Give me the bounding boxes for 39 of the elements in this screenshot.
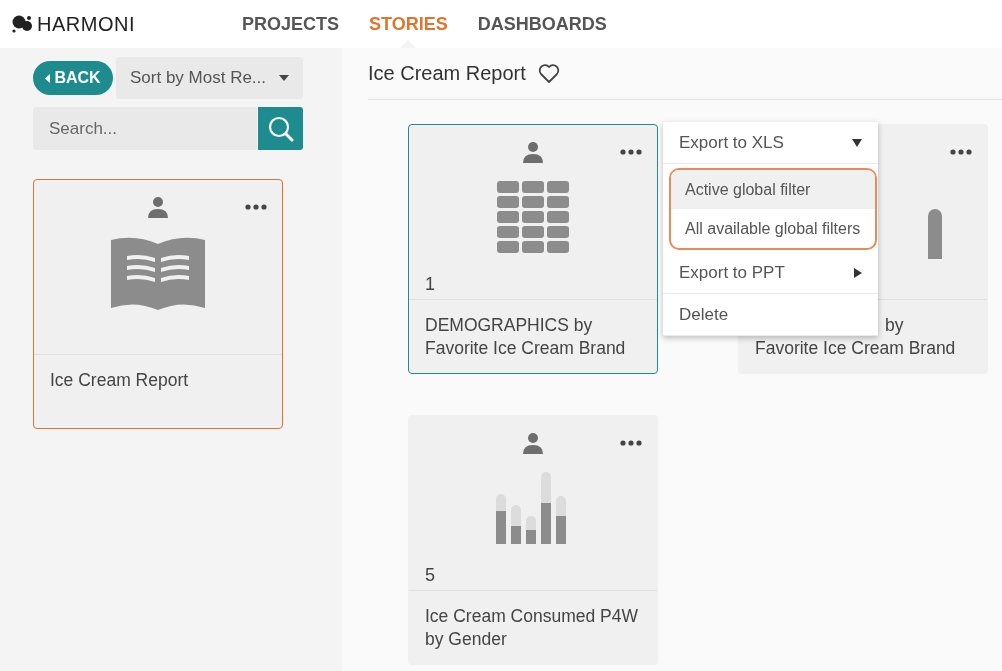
menu-item[interactable]: Active global filter [671,170,875,209]
person-icon [522,141,544,163]
nav-tab[interactable]: DASHBOARDS [467,0,617,48]
book-icon [111,236,205,310]
menu-item[interactable]: Export to XLS [663,122,878,164]
page-title: Ice Cream Report [368,62,526,85]
search-button[interactable] [258,107,303,150]
search-icon [267,115,294,142]
menu-item[interactable]: Export to PPT [663,252,878,294]
chart-card[interactable]: 5 Ice Cream Consumed P4W by Gender [408,415,658,665]
search-field[interactable]: Search... [33,107,257,150]
chart-card[interactable]: 1 DEMOGRAPHICS by Favorite Ice Cream Brand [408,124,658,374]
bar-icon [928,209,942,259]
card-title: Favorite Ice Cream Brand [755,337,956,360]
card-title: DEMOGRAPHICS by Favorite Ice Cream Brand [425,314,627,360]
caret-icon [45,73,51,83]
menu-item[interactable]: Delete [663,294,878,336]
more-icon[interactable] [950,149,972,155]
back-button[interactable]: BACK [33,61,113,95]
logo-text: HARMONI [37,12,135,36]
card-number: 1 [425,274,435,295]
logo-icon [12,15,34,33]
card-title: by [885,314,904,337]
caret-icon [279,75,289,81]
heart-icon[interactable] [537,63,560,84]
caret-right-icon [854,267,862,278]
story-card[interactable]: Ice Cream Report [33,179,283,429]
card-title: Ice Cream Report [50,369,189,392]
person-icon [522,432,544,454]
nav-tab[interactable]: PROJECTS [232,0,350,48]
sort-dropdown[interactable]: Sort by Most Re... [116,57,303,99]
table-icon [497,181,569,253]
person-icon [147,196,169,218]
more-icon[interactable] [245,204,267,210]
card-number: 5 [425,565,435,586]
card-title: Ice Cream Consumed P4W by Gender [425,605,639,651]
more-icon[interactable] [620,440,642,446]
more-icon[interactable] [620,149,642,155]
caret-down-icon [852,138,862,147]
